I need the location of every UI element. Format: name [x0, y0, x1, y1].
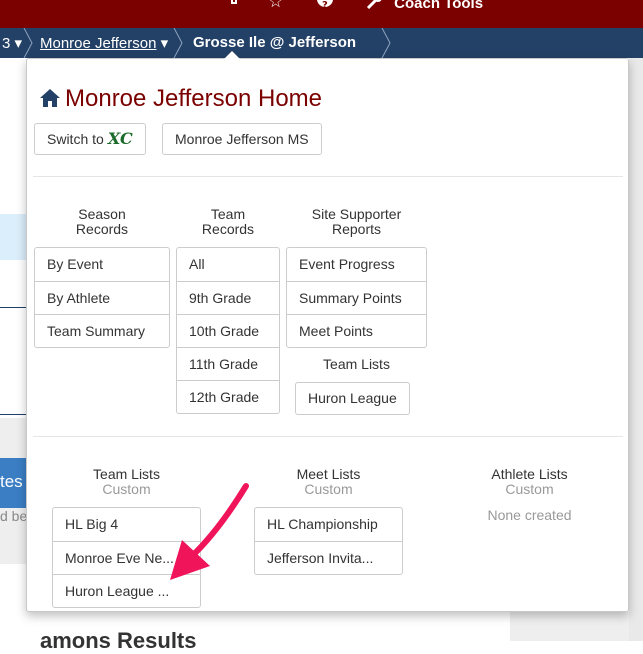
season-records-heading: Season Records	[34, 207, 170, 237]
summary-points-link[interactable]: Summary Points	[287, 281, 426, 314]
team-records-9th-grade[interactable]: 9th Grade	[177, 281, 279, 314]
svg-text:?: ?	[322, 0, 328, 11]
team-records-list: All 9th Grade 10th Grade 11th Grade 12th…	[176, 247, 280, 414]
team-home-title: Monroe Jefferson Home	[65, 85, 323, 112]
background-button[interactable]: tes	[0, 458, 26, 508]
background-divider	[0, 307, 26, 308]
custom-team-lists-title: Team Lists	[93, 466, 160, 482]
team-records-all[interactable]: All	[177, 248, 279, 281]
breadcrumb-meet: Grosse Ile @ Jefferson	[193, 34, 357, 51]
supporter-team-lists-label: Team Lists	[323, 356, 390, 372]
huron-league-button[interactable]: Huron League	[295, 382, 410, 415]
season-records-list: By Event By Athlete Team Summary	[34, 247, 170, 348]
team-records-12th-grade[interactable]: 12th Grade	[177, 380, 279, 413]
xc-logo-icon: XC	[107, 129, 133, 148]
switch-label: Switch to	[47, 131, 104, 147]
season-records-team-summary[interactable]: Team Summary	[35, 314, 169, 347]
breadcrumb-season[interactable]: 3 ▾	[2, 34, 22, 52]
background-button-label: tes	[0, 472, 23, 491]
custom-meet-lists-list: HL Championship Jefferson Invita...	[254, 507, 403, 575]
annotation-arrow-icon	[170, 483, 249, 580]
team-records-heading-line1: Team	[210, 206, 246, 222]
site-supporter-heading-line2: Reports	[331, 221, 382, 237]
team-home-dropdown: Monroe Jefferson Home Switch to XC Monroe…	[26, 51, 629, 612]
coach-tools-menu[interactable]: Coach Tools	[366, 0, 483, 12]
breadcrumb-separator	[381, 28, 391, 58]
star-icon[interactable]: ☆	[268, 0, 283, 12]
custom-athlete-lists-title: Athlete Lists	[491, 466, 568, 482]
background-panel	[0, 214, 26, 260]
custom-meet-lists-title: Meet Lists	[296, 466, 361, 482]
wrench-icon	[366, 0, 382, 10]
middle-school-button[interactable]: Monroe Jefferson MS	[162, 123, 322, 155]
custom-meet-list-item[interactable]: HL Championship	[255, 508, 402, 541]
team-home-link[interactable]: Monroe Jefferson Home	[39, 85, 322, 115]
site-supporter-heading-line1: Site Supporter	[311, 206, 402, 222]
meet-points-link[interactable]: Meet Points	[287, 314, 426, 347]
switch-to-xc-button[interactable]: Switch to XC	[34, 123, 146, 155]
custom-meet-list-item[interactable]: Jefferson Invita...	[255, 541, 402, 574]
season-records-by-athlete[interactable]: By Athlete	[35, 281, 169, 314]
home-icon	[39, 87, 61, 115]
breadcrumb-separator	[23, 28, 33, 58]
coach-tools-label: Coach Tools	[394, 0, 484, 12]
divider	[33, 176, 623, 177]
custom-athlete-lists-heading: Athlete Lists Custom	[455, 467, 604, 497]
team-records-heading: Team Records	[176, 207, 280, 237]
popover-caret	[223, 51, 241, 60]
breadcrumb-team-label: Monroe Jefferson	[40, 35, 157, 52]
season-records-heading-line1: Season	[78, 206, 126, 222]
athlete-lists-empty: None created	[487, 507, 572, 523]
custom-meet-lists-sub: Custom	[304, 481, 353, 497]
breadcrumb-season-label: 3	[2, 35, 11, 52]
background-divider	[0, 414, 26, 415]
site-supporter-heading: Site Supporter Reports	[286, 207, 427, 237]
custom-meet-lists-heading: Meet Lists Custom	[254, 467, 403, 497]
season-records-heading-line2: Records	[75, 221, 129, 237]
event-progress-link[interactable]: Event Progress	[287, 248, 426, 281]
page-right-gutter	[629, 58, 643, 641]
divider	[33, 436, 623, 437]
season-records-by-event[interactable]: By Event	[35, 248, 169, 281]
site-supporter-list: Event Progress Summary Points Meet Point…	[286, 247, 427, 348]
lightbulb-icon[interactable]	[226, 0, 242, 14]
top-nav-bar: ☆ ? Coach Tools	[0, 0, 643, 28]
background-side-panel	[510, 612, 629, 641]
background-heading: amons Results	[40, 628, 197, 653]
help-icon[interactable]: ?	[316, 0, 334, 16]
team-records-10th-grade[interactable]: 10th Grade	[177, 314, 279, 347]
team-records-11th-grade[interactable]: 11th Grade	[177, 347, 279, 380]
breadcrumb: 3 ▾ Monroe Jefferson ▾ Grosse Ile @ Jeff…	[0, 28, 643, 58]
custom-athlete-lists-sub: Custom	[505, 481, 554, 497]
breadcrumb-separator	[173, 28, 183, 58]
team-records-heading-line2: Records	[201, 221, 255, 237]
background-text: d be	[0, 508, 28, 524]
breadcrumb-team[interactable]: Monroe Jefferson ▾	[40, 34, 168, 52]
